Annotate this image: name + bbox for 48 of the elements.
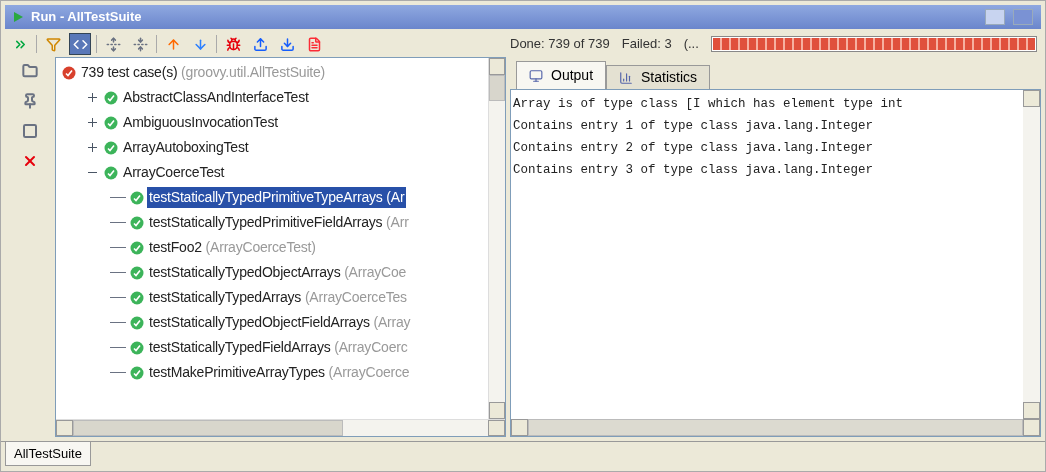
tree-item[interactable]: AbstractClassAndInterfaceTest bbox=[121, 87, 311, 108]
bug-icon bbox=[225, 36, 241, 52]
folder-icon bbox=[22, 63, 38, 79]
expand-toggle[interactable] bbox=[86, 91, 98, 104]
export-icon bbox=[252, 36, 268, 52]
failed-count: Failed: 3 bbox=[621, 35, 672, 54]
tree-item[interactable]: AmbiguousInvocationTest bbox=[121, 112, 280, 133]
status-ellipsis: (... bbox=[683, 35, 699, 54]
import-icon bbox=[279, 36, 295, 52]
side-toolbar-button[interactable] bbox=[20, 121, 40, 141]
stop-icon bbox=[22, 123, 38, 139]
horizontal-scrollbar[interactable] bbox=[56, 419, 505, 436]
tree-item[interactable]: 739 test case(s) (groovy.util.AllTestSuite) bbox=[79, 62, 328, 83]
arrow-down-icon bbox=[192, 36, 208, 52]
expand-toggle[interactable] bbox=[86, 116, 98, 129]
tree-item[interactable]: ArrayCoerceTest bbox=[121, 162, 227, 183]
output-line: Array is of type class [I which has element type int bbox=[513, 96, 905, 113]
expand-icon bbox=[105, 36, 121, 52]
filter-icon bbox=[45, 36, 61, 52]
tree-item[interactable]: ArrayAutoboxingTest bbox=[121, 137, 251, 158]
report-icon bbox=[306, 36, 322, 52]
tree-item[interactable]: testStaticallyTypedFieldArrays (ArrayCoerc bbox=[147, 337, 410, 358]
collapse-icon bbox=[132, 36, 148, 52]
tree-item[interactable]: testStaticallyTypedObjectArrays (ArrayCoe bbox=[147, 262, 409, 283]
tree-item[interactable]: testStaticallyTypedPrimitiveTypeArrays (Ar bbox=[147, 187, 407, 208]
output-line: Contains entry 3 of type class java.lang.Integer bbox=[513, 162, 875, 179]
tree-item[interactable]: testStaticallyTypedPrimitiveFieldArrays (Arr bbox=[147, 212, 411, 233]
output-line: Contains entry 2 of type class java.lang.Integer bbox=[513, 140, 875, 157]
console-icon bbox=[529, 68, 543, 83]
tree-item[interactable]: testStaticallyTypedObjectFieldArrays (Array bbox=[147, 312, 413, 333]
output-line: Contains entry 1 of type class java.lang.Integer bbox=[513, 118, 875, 135]
tree-item[interactable]: testMakePrimitiveArrayTypes (ArrayCoerce bbox=[147, 362, 412, 383]
pin-icon bbox=[22, 93, 38, 109]
tree-item[interactable]: testStaticallyTypedArrays (ArrayCoerceTes bbox=[147, 287, 409, 308]
toolbar-button[interactable] bbox=[69, 33, 91, 55]
close-icon bbox=[22, 153, 38, 169]
chart-icon bbox=[619, 70, 634, 85]
vertical-scrollbar[interactable] bbox=[1023, 90, 1040, 419]
vertical-scrollbar[interactable] bbox=[488, 58, 505, 419]
window-title: Run - AllTestSuite bbox=[31, 8, 142, 27]
horizontal-scrollbar[interactable] bbox=[511, 419, 1040, 436]
run-tab[interactable]: AllTestSuite bbox=[5, 442, 91, 466]
output-tab[interactable]: Output bbox=[516, 61, 607, 89]
tree-item[interactable]: testFoo2 (ArrayCoerceTest) bbox=[147, 237, 318, 258]
output-tab[interactable]: Statistics bbox=[606, 65, 711, 89]
play-icon bbox=[13, 12, 23, 22]
done-count: Done: 739 of 739 bbox=[510, 35, 610, 54]
expand-toggle[interactable] bbox=[86, 141, 98, 154]
